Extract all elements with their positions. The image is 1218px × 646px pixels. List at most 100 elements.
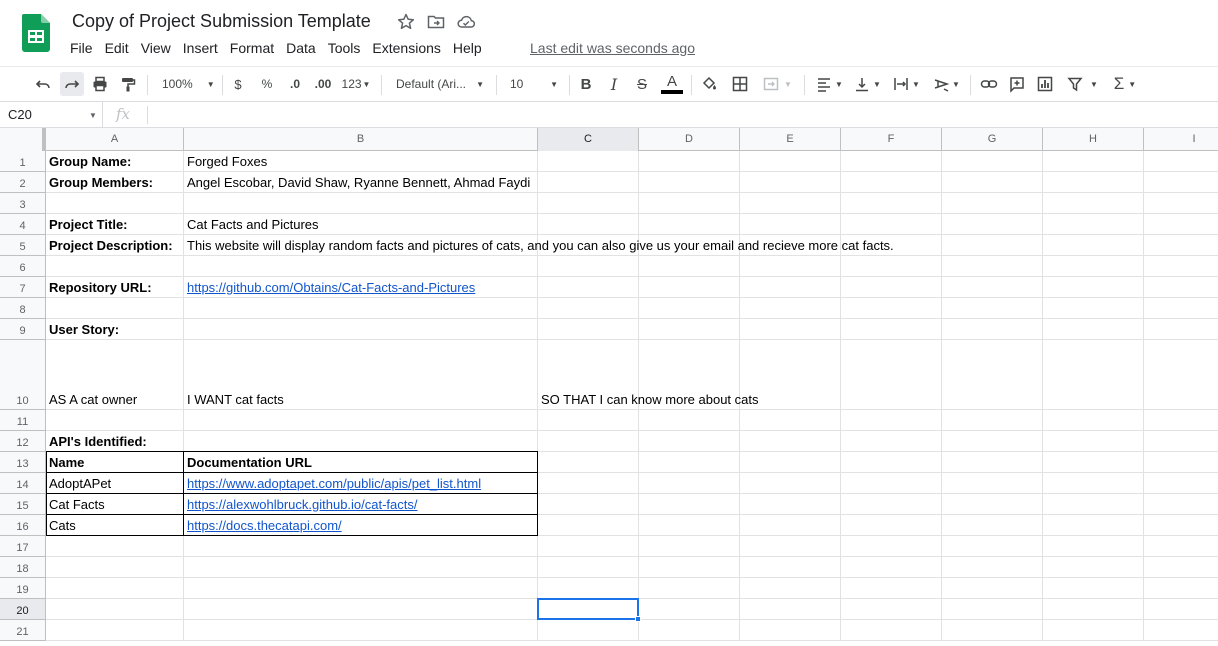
cell-b4[interactable]: Cat Facts and Pictures <box>184 216 319 233</box>
row-header-8[interactable]: 8 <box>0 298 46 319</box>
redo-icon[interactable] <box>60 72 84 96</box>
column-header-b[interactable]: B <box>184 128 538 151</box>
row-header-1[interactable]: 1 <box>0 151 46 172</box>
bold-button[interactable]: B <box>575 72 597 96</box>
undo-icon[interactable] <box>32 72 54 96</box>
cell-b10[interactable]: I WANT cat facts <box>184 391 284 408</box>
column-header-f[interactable]: F <box>841 128 942 151</box>
cell-a5[interactable]: Project Description: <box>46 237 173 254</box>
cloud-saved-icon[interactable] <box>456 12 476 32</box>
name-box[interactable]: C20 <box>0 102 103 127</box>
cell-a2[interactable]: Group Members: <box>46 174 153 191</box>
cell-b14[interactable]: https://www.adoptapet.com/public/apis/pe… <box>184 475 481 492</box>
cell-a7[interactable]: Repository URL: <box>46 279 152 296</box>
percent-format-button[interactable]: % <box>256 72 278 96</box>
row-header-18[interactable]: 18 <box>0 557 46 578</box>
row-header-10[interactable]: 10 <box>0 340 46 410</box>
column-header-i[interactable]: I <box>1144 128 1218 151</box>
row-header-21[interactable]: 21 <box>0 620 46 641</box>
text-rotation-icon[interactable]: ▼ <box>928 72 964 96</box>
merge-cells-icon[interactable]: ▼ <box>757 72 797 96</box>
filter-icon[interactable]: ▼ <box>1062 72 1102 96</box>
row-header-5[interactable]: 5 <box>0 235 46 256</box>
cell-a10[interactable]: AS A cat owner <box>46 391 137 408</box>
menu-file[interactable]: File <box>64 39 99 59</box>
cell-b2[interactable]: Angel Escobar, David Shaw, Ryanne Bennet… <box>184 174 530 191</box>
italic-button[interactable]: I <box>603 72 625 96</box>
fill-color-icon[interactable] <box>698 72 720 96</box>
cell-b16[interactable]: https://docs.thecatapi.com/ <box>184 517 342 534</box>
cell-b15[interactable]: https://alexwohlbruck.github.io/cat-fact… <box>184 496 418 513</box>
row-header-20[interactable]: 20 <box>0 599 46 620</box>
insert-link-icon[interactable] <box>978 72 1000 96</box>
cell-a1[interactable]: Group Name: <box>46 153 131 170</box>
menu-extensions[interactable]: Extensions <box>366 39 446 59</box>
menu-data[interactable]: Data <box>280 39 322 59</box>
insert-comment-icon[interactable] <box>1006 72 1028 96</box>
cell-a14[interactable]: AdoptAPet <box>46 475 111 492</box>
paint-format-icon[interactable] <box>117 72 139 96</box>
strikethrough-button[interactable]: S <box>631 72 653 96</box>
decrease-decimal-button[interactable]: .0 <box>283 72 307 96</box>
document-title[interactable]: Copy of Project Submission Template <box>72 11 371 32</box>
select-all-corner[interactable] <box>0 128 46 151</box>
column-header-a[interactable]: A <box>46 128 184 151</box>
font-family-select[interactable]: Default (Ari... ▼ <box>390 72 490 96</box>
row-header-3[interactable]: 3 <box>0 193 46 214</box>
row-header-9[interactable]: 9 <box>0 319 46 340</box>
column-header-e[interactable]: E <box>740 128 841 151</box>
menu-insert[interactable]: Insert <box>177 39 224 59</box>
cell-b1[interactable]: Forged Foxes <box>184 153 267 170</box>
fill-handle[interactable] <box>635 616 641 622</box>
cell-a13[interactable]: Name <box>46 454 84 471</box>
row-header-2[interactable]: 2 <box>0 172 46 193</box>
row-header-12[interactable]: 12 <box>0 431 46 452</box>
row-header-19[interactable]: 19 <box>0 578 46 599</box>
cell-a16[interactable]: Cats <box>46 517 76 534</box>
cell-b7[interactable]: https://github.com/Obtains/Cat-Facts-and… <box>184 279 475 296</box>
cell-b5[interactable]: This website will display random facts a… <box>184 237 894 254</box>
cell-a4[interactable]: Project Title: <box>46 216 128 233</box>
move-to-folder-icon[interactable] <box>426 12 446 32</box>
cell-a12[interactable]: API's Identified: <box>46 433 147 450</box>
column-header-g[interactable]: G <box>942 128 1043 151</box>
functions-icon[interactable]: Σ ▼ <box>1108 72 1142 96</box>
insert-chart-icon[interactable] <box>1034 72 1056 96</box>
name-box-caret-icon[interactable]: ▼ <box>89 111 97 120</box>
row-header-11[interactable]: 11 <box>0 410 46 431</box>
horizontal-align-icon[interactable]: ▼ <box>812 72 846 96</box>
row-header-6[interactable]: 6 <box>0 256 46 277</box>
menu-format[interactable]: Format <box>224 39 280 59</box>
spreadsheet-grid[interactable]: ABCDEFGHI 1 2 3 4 5 6 7 8 9 10 11 12 13 14 15 16 17 18 19 2… <box>0 128 1218 646</box>
vertical-align-icon[interactable]: ▼ <box>850 72 884 96</box>
menu-help[interactable]: Help <box>447 39 488 59</box>
currency-format-button[interactable]: $ <box>228 72 248 96</box>
menu-tools[interactable]: Tools <box>322 39 367 59</box>
row-header-15[interactable]: 15 <box>0 494 46 515</box>
row-header-4[interactable]: 4 <box>0 214 46 235</box>
print-icon[interactable] <box>89 72 111 96</box>
star-icon[interactable] <box>396 12 416 32</box>
sheets-logo-icon[interactable] <box>22 14 50 52</box>
increase-decimal-button[interactable]: .00 <box>310 72 336 96</box>
column-header-d[interactable]: D <box>639 128 740 151</box>
row-header-16[interactable]: 16 <box>0 515 46 536</box>
borders-icon[interactable] <box>729 72 751 96</box>
menu-view[interactable]: View <box>135 39 177 59</box>
cell-c10[interactable]: SO THAT I can know more about cats <box>538 391 758 408</box>
column-header-c[interactable]: C <box>538 128 639 151</box>
row-header-13[interactable]: 13 <box>0 452 46 473</box>
row-header-14[interactable]: 14 <box>0 473 46 494</box>
cell-a9[interactable]: User Story: <box>46 321 119 338</box>
column-header-h[interactable]: H <box>1043 128 1144 151</box>
formula-input[interactable] <box>152 102 1212 127</box>
row-header-7[interactable]: 7 <box>0 277 46 298</box>
menu-edit[interactable]: Edit <box>99 39 135 59</box>
cell-b13[interactable]: Documentation URL <box>184 454 312 471</box>
row-header-17[interactable]: 17 <box>0 536 46 557</box>
text-color-button[interactable]: A <box>659 72 685 96</box>
last-edit-link[interactable]: Last edit was seconds ago <box>530 39 695 57</box>
zoom-select[interactable]: 100% ▼ <box>156 72 215 96</box>
cell-a15[interactable]: Cat Facts <box>46 496 105 513</box>
text-wrapping-icon[interactable]: ▼ <box>888 72 924 96</box>
